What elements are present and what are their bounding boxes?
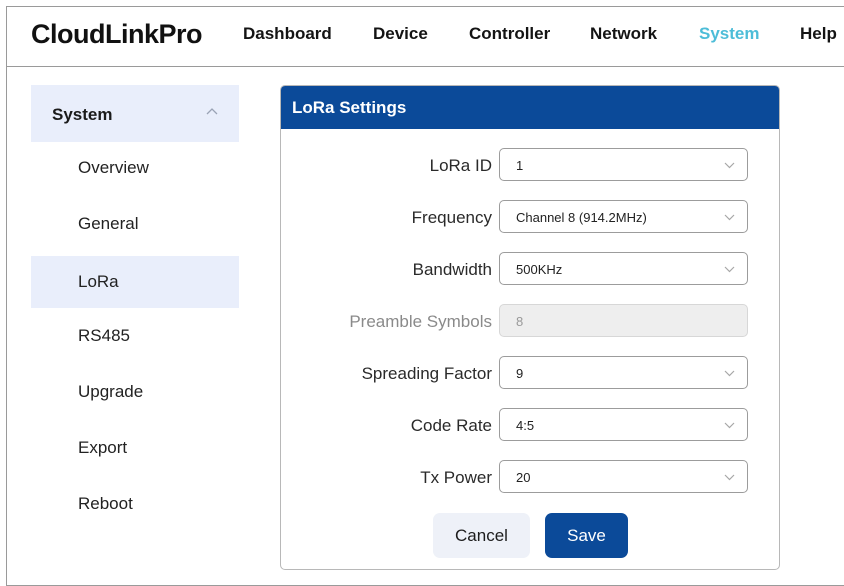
- preamble-symbols-input: 8: [499, 304, 748, 337]
- tx-power-select[interactable]: 20: [499, 460, 748, 493]
- sidebar-item-label: RS485: [78, 326, 130, 345]
- frequency-label: Frequency: [411, 208, 492, 227]
- sidebar-item-overview[interactable]: Overview: [31, 142, 239, 194]
- spreading-factor-select[interactable]: 9: [499, 356, 748, 389]
- code-rate-label: Code Rate: [410, 416, 492, 435]
- sidebar-item-label: Overview: [78, 158, 149, 177]
- lora-id-label: LoRa ID: [429, 156, 492, 175]
- spreading-factor-value: 9: [516, 366, 524, 381]
- bandwidth-label: Bandwidth: [412, 260, 492, 279]
- nav-help[interactable]: Help: [800, 24, 837, 44]
- chevron-down-icon: [724, 370, 735, 377]
- code-rate-value: 4:5: [516, 418, 535, 433]
- sidebar-item-upgrade[interactable]: Upgrade: [31, 366, 239, 418]
- sidebar-item-label: General: [78, 214, 139, 233]
- spreading-factor-label: Spreading Factor: [361, 364, 492, 383]
- chevron-down-icon: [724, 214, 735, 221]
- sidebar-item-lora[interactable]: LoRa: [31, 256, 239, 308]
- tx-power-value: 20: [516, 470, 531, 485]
- sidebar-item-label: Reboot: [78, 494, 133, 513]
- code-rate-select[interactable]: 4:5: [499, 408, 748, 441]
- preamble-symbols-value: 8: [516, 314, 524, 329]
- nav-system[interactable]: System: [699, 24, 759, 44]
- sidebar-item-label: Upgrade: [78, 382, 144, 401]
- sidebar-item-export[interactable]: Export: [31, 422, 239, 474]
- top-navbar: CloudLinkPro Dashboard Device Controller…: [7, 7, 844, 67]
- lora-id-value: 1: [516, 158, 524, 173]
- chevron-up-icon: [206, 108, 218, 115]
- sidebar-item-label: Export: [78, 438, 128, 457]
- brand-logo[interactable]: CloudLinkPro: [31, 19, 203, 50]
- cancel-button[interactable]: Cancel: [433, 513, 530, 558]
- lora-settings-panel: LoRa Settings LoRa ID 1 Frequency Channe…: [280, 85, 780, 570]
- sidebar-section-title: System: [52, 105, 113, 124]
- app-frame: CloudLinkPro Dashboard Device Controller…: [6, 6, 844, 586]
- sidebar-item-general[interactable]: General: [31, 198, 239, 250]
- panel-title: LoRa Settings: [281, 86, 779, 129]
- nav-network[interactable]: Network: [590, 24, 657, 44]
- frequency-select[interactable]: Channel 8 (914.2MHz): [499, 200, 748, 233]
- chevron-down-icon: [724, 474, 735, 481]
- chevron-down-icon: [724, 266, 735, 273]
- bandwidth-select[interactable]: 500KHz: [499, 252, 748, 285]
- chevron-down-icon: [724, 162, 735, 169]
- chevron-down-icon: [724, 422, 735, 429]
- preamble-symbols-label: Preamble Symbols: [349, 312, 492, 331]
- sidebar-item-reboot[interactable]: Reboot: [31, 478, 239, 530]
- lora-id-select[interactable]: 1: [499, 148, 748, 181]
- bandwidth-value: 500KHz: [516, 262, 563, 277]
- sidebar-section-system[interactable]: System: [31, 85, 239, 142]
- nav-dashboard[interactable]: Dashboard: [243, 24, 332, 44]
- frequency-value: Channel 8 (914.2MHz): [516, 210, 647, 225]
- nav-controller[interactable]: Controller: [469, 24, 550, 44]
- tx-power-label: Tx Power: [420, 468, 492, 487]
- sidebar-item-rs485[interactable]: RS485: [31, 310, 239, 362]
- nav-device[interactable]: Device: [373, 24, 428, 44]
- save-button[interactable]: Save: [545, 513, 628, 558]
- sidebar-item-label: LoRa: [78, 272, 119, 291]
